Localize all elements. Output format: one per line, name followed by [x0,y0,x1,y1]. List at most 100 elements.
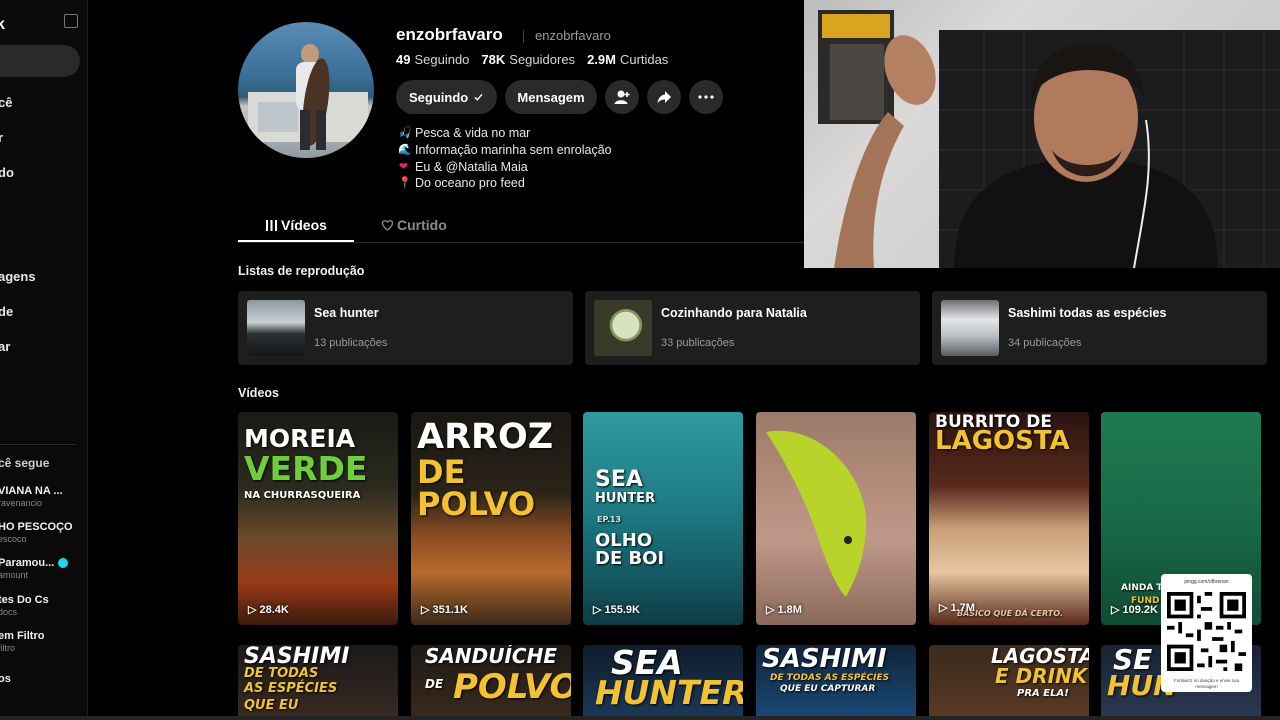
tab-videos[interactable]: Vídeos [266,217,327,233]
video-thumbnail[interactable]: ▷ 1.8M [756,412,916,625]
qr-note: Fortalezz no doação e envie sua mensagem [1173,678,1240,689]
grid-icon [266,220,277,231]
sidebar-item-following[interactable]: do [0,165,14,180]
collapse-sidebar-icon[interactable] [64,14,78,28]
add-friend-button[interactable] [605,80,639,114]
avatar-photo [248,44,368,150]
bio-emoji: ❤ [398,160,409,173]
share-button[interactable] [647,80,681,114]
video-title-line: QUE EU [244,698,299,713]
stat-value: 78K [481,52,506,67]
sidebar-item-messages[interactable]: agens [0,269,36,284]
play-icon: ▷ [939,602,948,614]
video-thumbnail[interactable]: SANDUÍCHE DE POLVO [411,645,571,720]
bio-emoji: 📍 [398,177,412,190]
video-title-line: E DRINK [995,664,1088,688]
video-thumbnail[interactable]: BURRITO DE LAGOSTA BÁSICO QUE DÁ CERTO. … [929,412,1089,625]
webcam-overlay [804,0,1280,268]
ellipsis-icon [698,95,714,99]
account-handle: ravenancio [0,498,43,508]
profile-stats: 49 Seguindo 78K Seguidores 2.9M Curtidas [396,52,668,67]
following-account[interactable]: HO PESCOÇO escoco [0,521,73,544]
view-count: ▷ 351.1K [421,603,468,617]
stat-followers[interactable]: 78K Seguidores [481,52,575,67]
sidebar-item-activity[interactable]: de [0,304,13,319]
bio-line: 🌊 Informação marinha sem enrolação [398,142,612,159]
view-count-value: 351.1K [432,603,468,616]
account-name: tes Do Cs [0,594,49,606]
add-user-icon [614,90,630,104]
account-name: Paramou... [0,557,55,569]
stat-value: 49 [396,52,411,67]
heart-outline-icon [381,220,394,231]
video-thumbnail[interactable]: SASHIMI DE TODAS AS ESPÉCIES QUE EU CAPT… [756,645,916,720]
username-separator [523,30,524,43]
following-account[interactable]: em Filtro filtro [0,630,44,653]
video-title-line: DE POLVO [417,453,536,523]
video-thumbnail[interactable]: LAGOSTA E DRINK PRA ELA! [929,645,1089,720]
sidebar-search-input[interactable] [0,45,80,77]
view-count-value: 1.8M [777,603,802,616]
profile-handle: enzobrfavaro [535,28,611,43]
play-icon: ▷ [766,604,775,616]
tab-label: Vídeos [281,217,327,233]
following-account[interactable]: os [0,673,11,685]
view-count: ▷ 109.2K [1111,603,1158,617]
video-thumbnail[interactable]: MOREIA VERDE NA CHURRASQUEIRA ▷ 28.4K [238,412,398,625]
playlist-thumbnail [247,300,305,356]
view-count: ▷ 1.7M [939,601,975,615]
playlist-card[interactable]: Sashimi todas as espécies 34 publicações [932,291,1267,365]
verified-badge-icon [58,558,69,568]
playlist-count: 13 publicações [314,337,388,349]
account-handle: filtro [0,643,16,653]
stat-likes: 2.9M Curtidas [587,52,668,67]
streamer-camera-image [818,10,1280,268]
video-thumbnail[interactable]: SEA HUNTER [583,645,743,720]
sidebar-item-upload[interactable]: ar [0,339,10,354]
play-icon: ▷ [421,604,430,616]
more-options-button[interactable] [689,80,723,114]
sidebar-divider [0,444,76,445]
video-title-line: PRA ELA! [1017,688,1069,699]
video-title-line: QUE EU CAPTURAR [780,684,876,694]
video-thumbnail[interactable]: ARROZ DE POLVO ▷ 351.1K [411,412,571,625]
moray-eel-image [766,430,866,597]
play-icon: ▷ [1111,604,1120,616]
account-handle: docs [0,607,18,617]
playlist-title: Cozinhando para Natalia [661,306,807,320]
sidebar-item-explore[interactable]: r [0,130,3,145]
profile-avatar[interactable] [238,22,374,158]
following-account[interactable]: VIANA NA ... ravenancio [0,485,63,508]
video-title-line: HUNTER [595,491,656,506]
account-name: em Filtro [0,630,45,642]
account-name-row: Paramou... [0,557,69,569]
view-count-value: 155.9K [604,603,640,616]
account-handle: escoco [0,534,27,544]
tab-liked[interactable]: Curtido [381,217,447,233]
playlist-card[interactable]: Sea hunter 13 publicações [238,291,573,365]
account-name: VIANA NA ... [0,485,63,497]
donation-qr-overlay[interactable]: pingg.com/ofbrenan Fortalezz no doação e… [1161,574,1252,692]
following-account[interactable]: Paramou... amount [0,557,69,580]
profile-actions: Seguindo Mensagem [396,80,723,114]
video-title-line: SANDUÍCHE [425,645,557,668]
share-icon [657,91,671,104]
sidebar-item-for-you[interactable]: cê [0,95,12,110]
stat-label: Curtidas [619,52,669,67]
playlist-thumbnail [594,300,652,356]
following-button[interactable]: Seguindo [396,80,497,114]
message-button[interactable]: Mensagem [505,80,597,114]
playlist-card[interactable]: Cozinhando para Natalia 33 publicações [585,291,920,365]
video-title-line: SEA [595,467,643,492]
bio-emoji: 🎣 [398,127,412,139]
video-thumbnail[interactable]: SEA HUNTER EP.13 OLHO DE BOI ▷ 155.9K [583,412,743,625]
video-thumbnail[interactable]: SASHIMI DE TODAS AS ESPÉCIES QUE EU [238,645,398,720]
tiktok-logo[interactable]: k [0,16,5,34]
stat-label: Seguidores [509,52,576,67]
stat-following[interactable]: 49 Seguindo [396,52,469,67]
bio-emoji: 🌊 [398,143,412,156]
bio-line: 🎣 Pesca & vida no mar [398,125,612,142]
following-account[interactable]: tes Do Cs docs [0,594,49,617]
tab-label: Curtido [397,217,447,233]
video-title-line: DE TODAS AS ESPÉCIES [770,673,890,683]
